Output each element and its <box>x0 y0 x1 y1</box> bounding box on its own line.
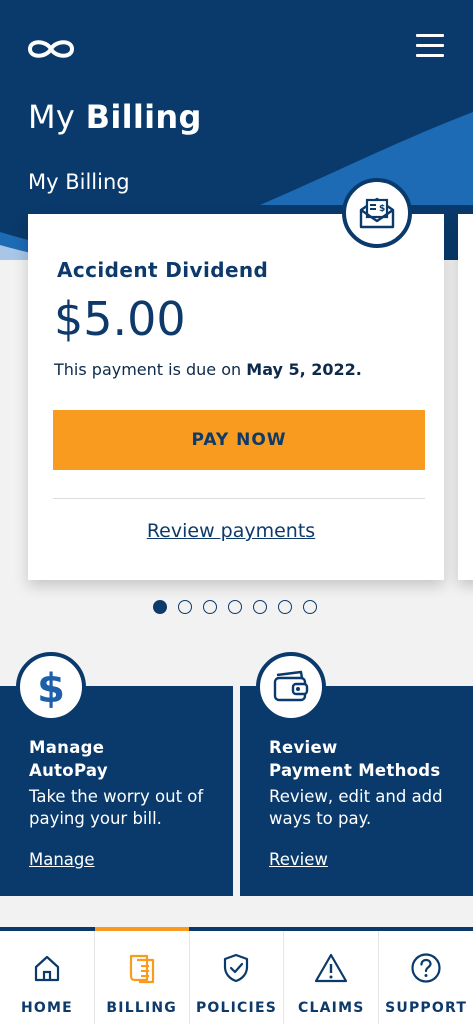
shield-check-icon <box>221 951 251 985</box>
home-icon <box>32 951 62 985</box>
svg-text:$: $ <box>37 666 65 710</box>
bill-envelope-icon: $ <box>342 178 412 248</box>
section-label: My Billing <box>28 170 130 194</box>
card-title: Accident Dividend <box>57 258 269 282</box>
carousel-dot[interactable] <box>228 600 242 614</box>
nav-item-claims[interactable]: CLAIMS <box>284 931 380 1024</box>
nav-item-billing[interactable]: BILLING <box>94 927 190 1024</box>
manage-autopay-tile[interactable]: $ Manage AutoPay Take the worry out of p… <box>0 652 233 896</box>
carousel-pagination <box>153 600 317 614</box>
carousel-dot[interactable] <box>303 600 317 614</box>
page-title-bold: Billing <box>85 98 202 136</box>
nav-label-billing: BILLING <box>106 1000 177 1016</box>
autopay-description: Take the worry out of paying your bill. <box>29 787 204 828</box>
carousel-dot[interactable] <box>178 600 192 614</box>
wallet-icon <box>256 652 326 722</box>
help-circle-icon <box>410 951 442 985</box>
carousel-dot[interactable] <box>203 600 217 614</box>
billing-document-icon <box>127 951 157 985</box>
payment-methods-description: Review, edit and add ways to pay. <box>269 787 443 828</box>
autopay-title: Manage AutoPay <box>29 736 108 782</box>
manage-link[interactable]: Manage <box>29 850 95 869</box>
next-card-peek[interactable] <box>458 214 473 580</box>
pay-now-button[interactable]: PAY NOW <box>53 410 425 470</box>
review-link[interactable]: Review <box>269 850 328 869</box>
nav-item-policies[interactable]: POLICIES <box>190 931 285 1024</box>
autopay-title-line1: Manage <box>29 738 105 757</box>
dollar-icon: $ <box>16 652 86 722</box>
page-title: My Billing <box>28 98 202 136</box>
carousel-dot[interactable] <box>278 600 292 614</box>
nav-label-support: SUPPORT <box>385 1000 468 1016</box>
carousel-dot[interactable] <box>153 600 167 614</box>
due-date-text: This payment is due on May 5, 2022. <box>54 360 362 379</box>
due-prefix: This payment is due on <box>54 360 242 379</box>
due-date: May 5, 2022. <box>246 360 362 379</box>
bottom-navigation: HOME BILLING POLICIES CLAIMS SUPPORT <box>0 927 473 1024</box>
review-payment-methods-tile[interactable]: Review Payment Methods Review, edit and … <box>240 652 473 896</box>
warning-triangle-icon <box>314 951 348 985</box>
hamburger-menu-icon[interactable] <box>414 34 448 60</box>
payment-methods-title-line1: Review <box>269 738 338 757</box>
svg-text:$: $ <box>379 204 385 214</box>
autopay-title-line2: AutoPay <box>29 761 108 780</box>
payment-methods-title-line2: Payment Methods <box>269 761 441 780</box>
nav-label-policies: POLICIES <box>195 1000 277 1016</box>
infinity-logo-icon[interactable] <box>26 34 76 64</box>
carousel-dot[interactable] <box>253 600 267 614</box>
divider <box>53 498 425 499</box>
nav-item-support[interactable]: SUPPORT <box>379 931 473 1024</box>
review-payments-link[interactable]: Review payments <box>28 520 434 542</box>
nav-label-home: HOME <box>20 1000 73 1016</box>
billing-card: Accident Dividend $5.00 This payment is … <box>28 214 444 580</box>
nav-label-claims: CLAIMS <box>298 1000 365 1016</box>
page-title-light: My <box>28 98 76 136</box>
payment-methods-title: Review Payment Methods <box>269 736 441 782</box>
amount-due: $5.00 <box>54 292 186 346</box>
nav-item-home[interactable]: HOME <box>0 931 95 1024</box>
